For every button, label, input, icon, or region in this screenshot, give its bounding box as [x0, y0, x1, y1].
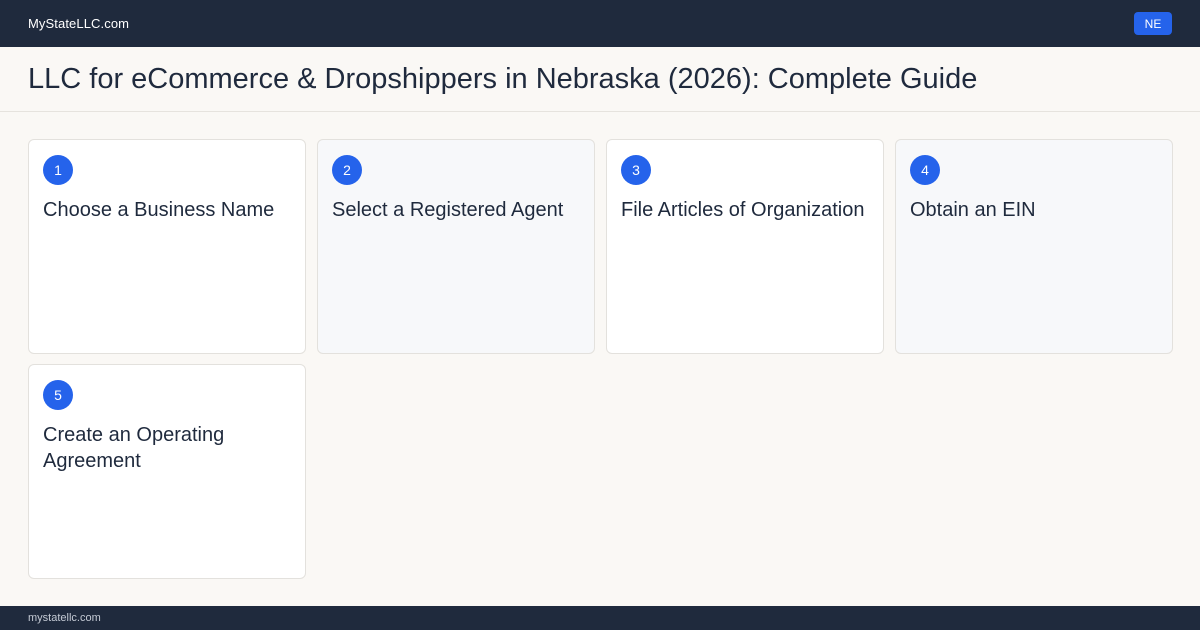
step-number-badge: 4: [910, 155, 940, 185]
page-title: LLC for eCommerce & Dropshippers in Nebr…: [28, 62, 978, 95]
step-card-5[interactable]: 5 Create an Operating Agreement: [28, 364, 306, 579]
state-badge[interactable]: NE: [1134, 12, 1172, 35]
step-card-1[interactable]: 1 Choose a Business Name: [28, 139, 306, 354]
step-card-4[interactable]: 4 Obtain an EIN: [895, 139, 1173, 354]
step-number-badge: 1: [43, 155, 73, 185]
step-card-3[interactable]: 3 File Articles of Organization: [606, 139, 884, 354]
step-title: Select a Registered Agent: [332, 199, 564, 221]
title-section: LLC for eCommerce & Dropshippers in Nebr…: [0, 47, 1200, 112]
footer-domain: mystatellc.com: [28, 612, 101, 624]
step-number-badge: 3: [621, 155, 651, 185]
steps-grid: 1 Choose a Business Name 2 Select a Regi…: [28, 139, 1173, 579]
step-title: File Articles of Organization: [621, 199, 865, 221]
step-number-badge: 2: [332, 155, 362, 185]
step-title: Choose a Business Name: [43, 199, 275, 221]
step-number-badge: 5: [43, 380, 73, 410]
step-title: Obtain an EIN: [910, 199, 1036, 221]
footer-bar: mystatellc.com: [0, 606, 1200, 630]
top-nav-bar: MyStateLLC.com NE: [0, 0, 1200, 47]
step-card-2[interactable]: 2 Select a Registered Agent: [317, 139, 595, 354]
step-title: Create an Operating Agreement: [43, 424, 225, 472]
site-brand-link[interactable]: MyStateLLC.com: [28, 16, 129, 31]
